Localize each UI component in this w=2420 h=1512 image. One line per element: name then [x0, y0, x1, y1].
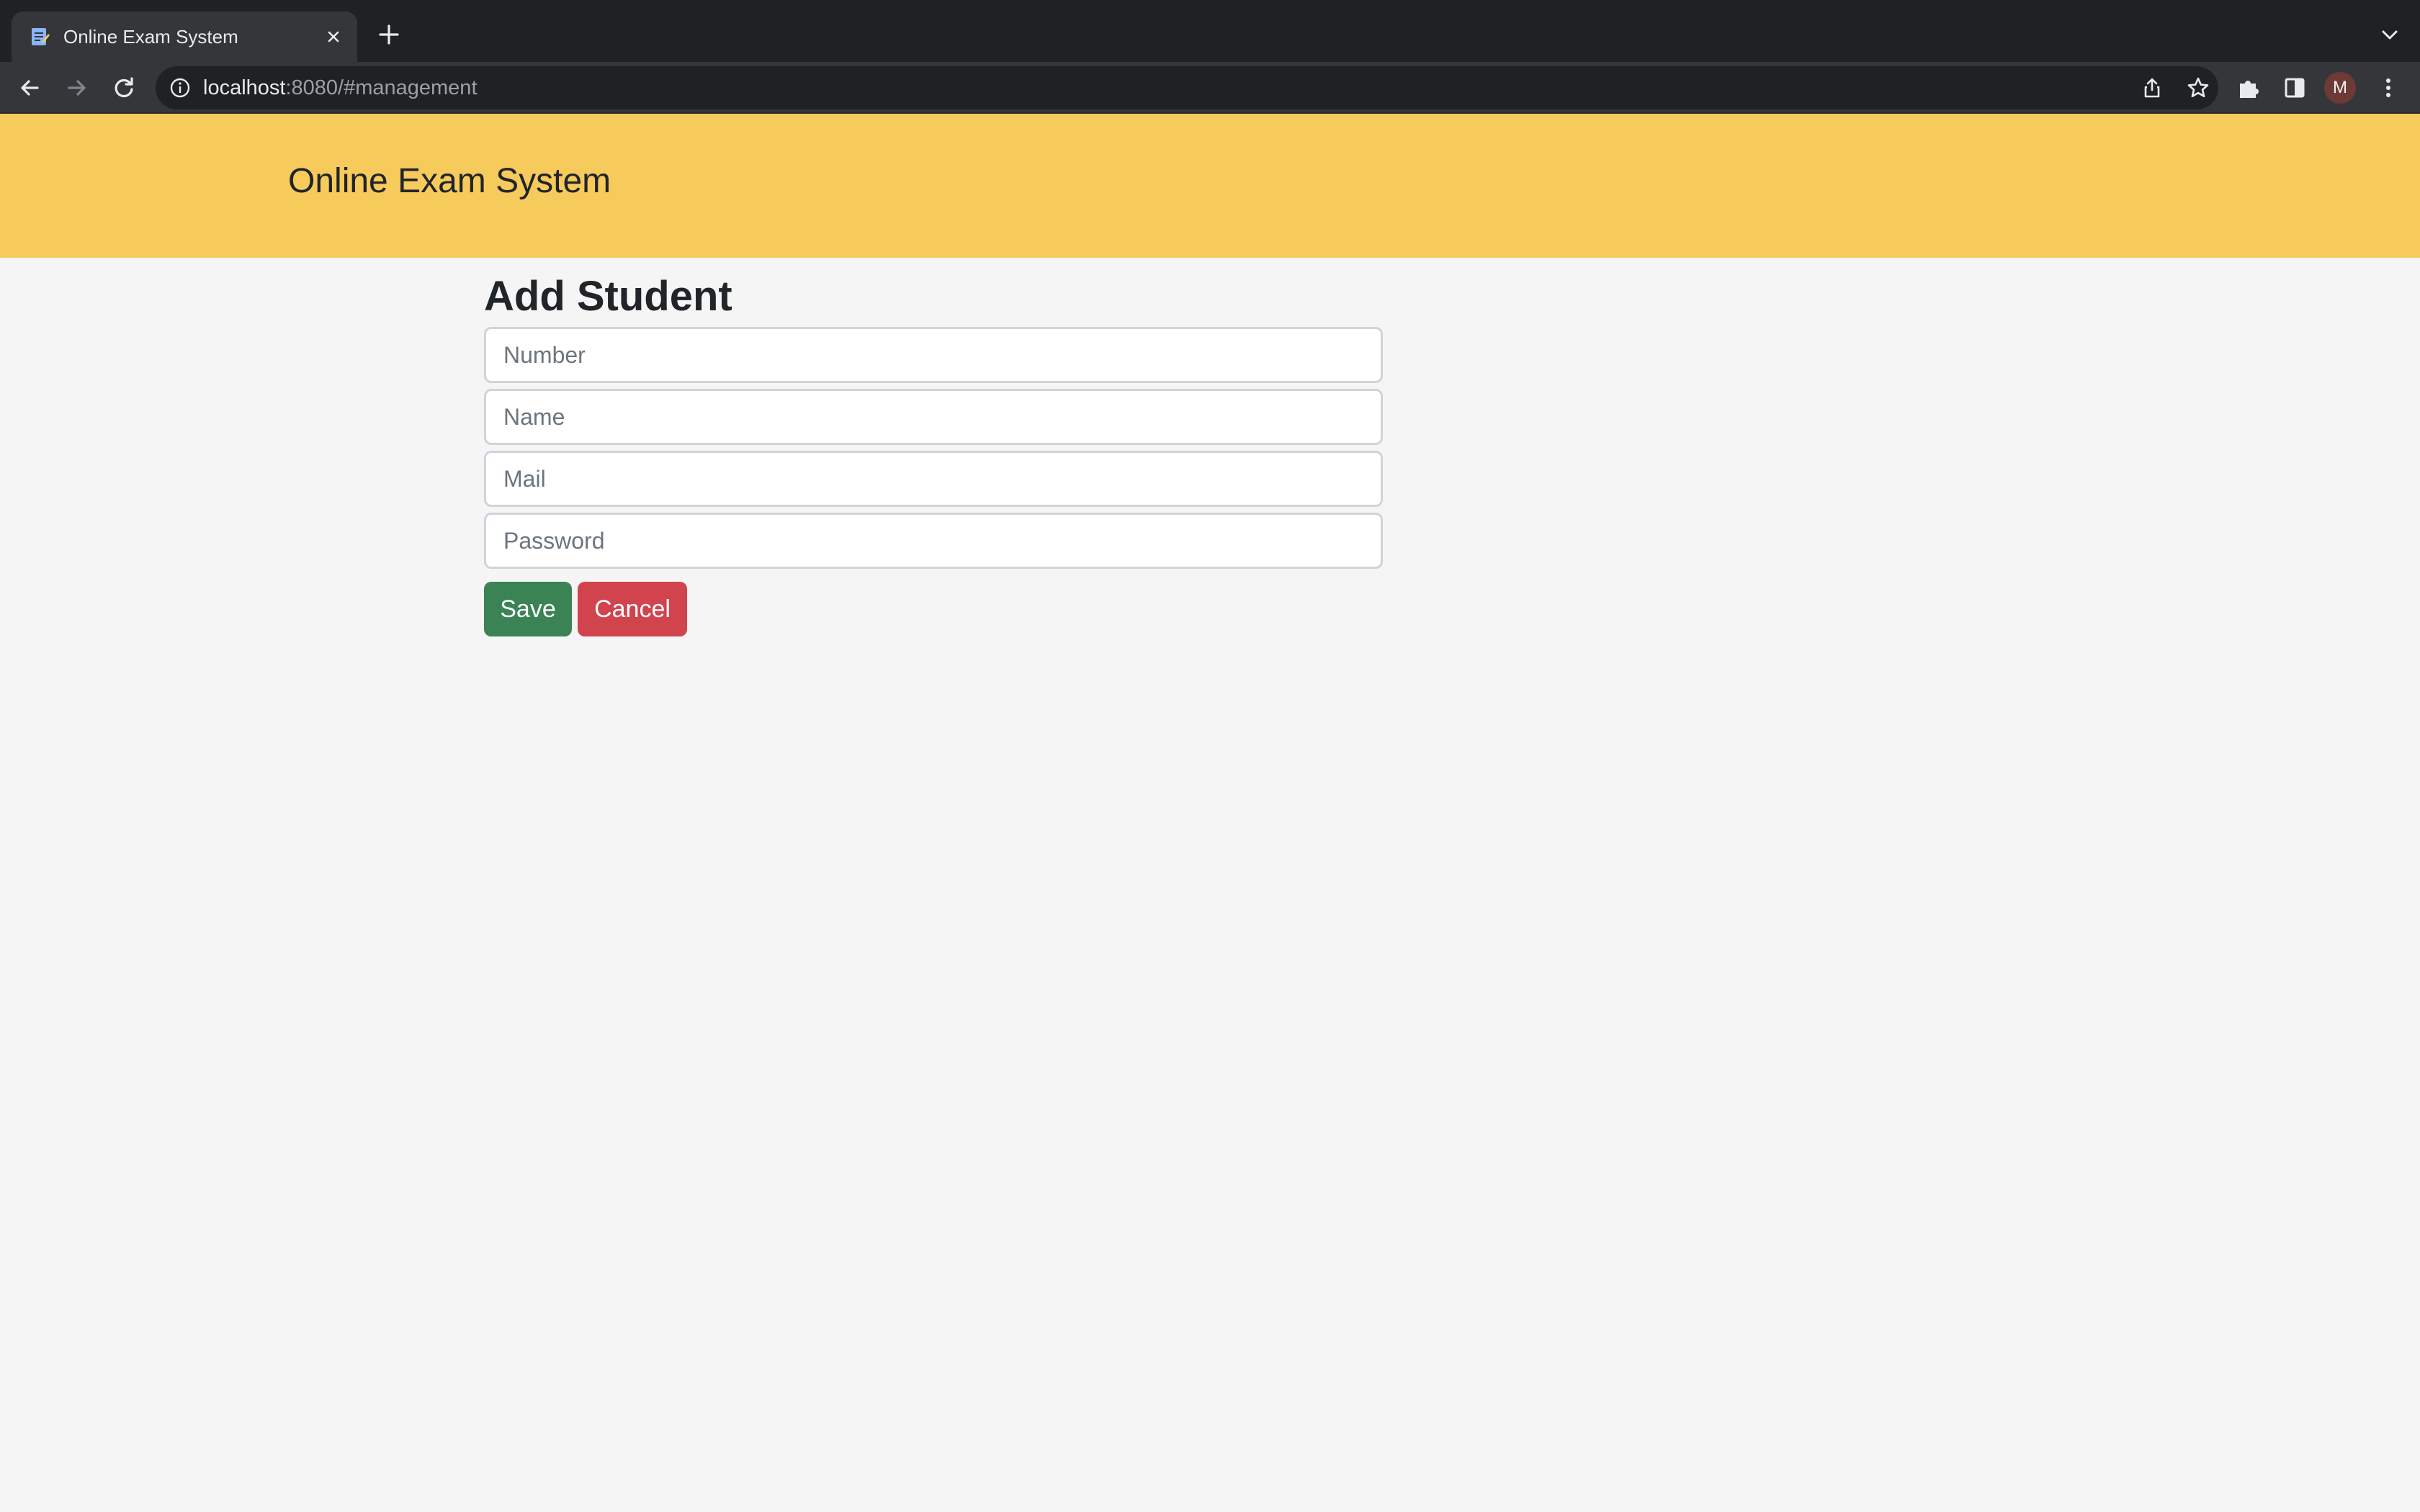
url-path: :8080/#management — [285, 76, 478, 99]
side-panel-icon[interactable] — [2279, 72, 2311, 104]
arrow-left-icon[interactable] — [14, 72, 46, 104]
close-icon[interactable] — [323, 26, 344, 48]
site-header: Online Exam System — [0, 114, 2420, 258]
page-favicon-icon — [32, 28, 50, 45]
arrow-right-icon[interactable] — [60, 72, 92, 104]
number-input[interactable] — [484, 327, 1383, 383]
mail-input[interactable] — [484, 451, 1383, 507]
info-icon[interactable] — [169, 76, 192, 99]
browser-toolbar: localhost:8080/#management M — [0, 62, 2420, 114]
kebab-menu-icon[interactable] — [2372, 72, 2404, 104]
browser-tabstrip: Online Exam System — [0, 0, 2420, 62]
name-input[interactable] — [484, 389, 1383, 445]
avatar[interactable]: M — [2324, 72, 2356, 104]
star-icon[interactable] — [2185, 75, 2211, 101]
cancel-button[interactable]: Cancel — [578, 582, 687, 636]
plus-icon[interactable] — [375, 20, 403, 49]
address-bar[interactable]: localhost:8080/#management — [156, 66, 2218, 109]
url-text[interactable]: localhost:8080/#management — [203, 73, 478, 102]
chevron-down-icon[interactable] — [2377, 22, 2403, 48]
share-icon[interactable] — [2141, 76, 2164, 99]
save-button[interactable]: Save — [484, 582, 572, 636]
browser-tab[interactable]: Online Exam System — [12, 12, 357, 62]
page-title: Add Student — [484, 273, 732, 320]
reload-icon[interactable] — [108, 72, 140, 104]
puzzle-icon[interactable] — [2233, 72, 2264, 104]
site-brand[interactable]: Online Exam System — [288, 158, 611, 204]
url-host: localhost — [203, 76, 286, 99]
password-input[interactable] — [484, 513, 1383, 569]
tab-title: Online Exam System — [63, 26, 238, 48]
